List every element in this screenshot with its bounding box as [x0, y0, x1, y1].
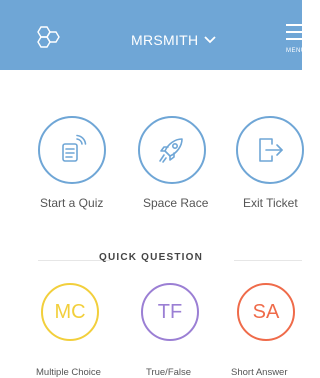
- divider-right: [234, 260, 302, 261]
- menu-label: MENU: [286, 48, 306, 54]
- exit-ticket-label: Exit Ticket: [243, 196, 298, 210]
- hamburger-bar: [286, 31, 304, 33]
- username-label: MRSMITH: [131, 32, 199, 48]
- space-race-label: Space Race: [143, 196, 209, 210]
- start-quiz-label: Start a Quiz: [40, 196, 104, 210]
- exit-icon: [259, 138, 283, 162]
- true-false-button[interactable]: TF: [141, 283, 199, 341]
- top-header: MRSMITH MENU: [0, 0, 305, 70]
- exit-ticket-button[interactable]: [236, 116, 304, 184]
- chevron-down-icon: [204, 36, 217, 44]
- hamburger-icon: [286, 24, 304, 26]
- multiple-choice-label: Multiple Choice: [36, 367, 101, 378]
- true-false-abbr: TF: [157, 300, 183, 323]
- start-quiz-button[interactable]: [38, 116, 106, 184]
- short-answer-abbr: SA: [252, 300, 280, 323]
- quiz-icon: [62, 134, 87, 162]
- short-answer-button[interactable]: SA: [237, 283, 295, 341]
- hamburger-bar: [286, 38, 304, 40]
- true-false-label: True/False: [146, 367, 192, 378]
- rocket-icon: [159, 138, 183, 163]
- short-answer-label: Short Answer: [231, 367, 288, 378]
- quick-question-heading: QUICK QUESTION: [98, 252, 204, 263]
- multiple-choice-button[interactable]: MC: [41, 283, 99, 341]
- space-race-button[interactable]: [138, 116, 206, 184]
- user-dropdown[interactable]: MRSMITH: [131, 32, 217, 48]
- menu-button[interactable]: MENU: [286, 24, 308, 58]
- multiple-choice-abbr: MC: [54, 300, 86, 323]
- hexagon-logo-icon[interactable]: [33, 23, 63, 53]
